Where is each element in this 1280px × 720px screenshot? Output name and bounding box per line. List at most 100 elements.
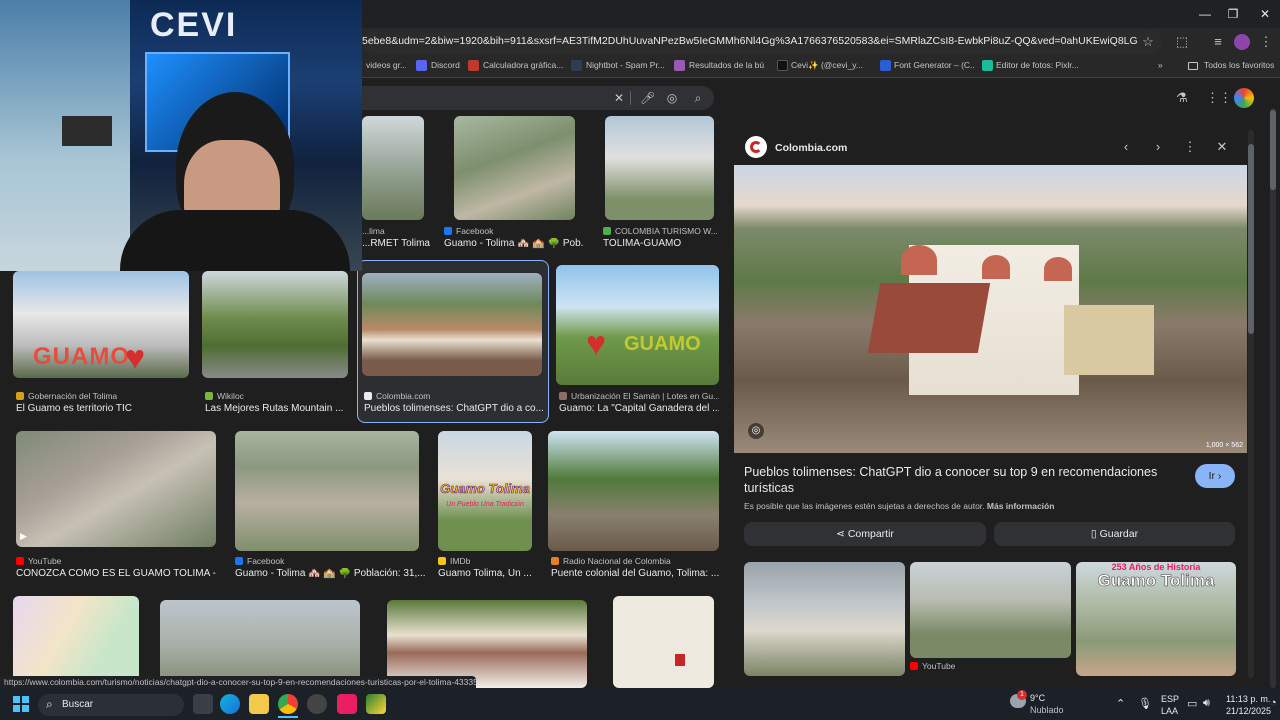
result-title[interactable]: El Guamo es territorio TIC xyxy=(16,403,192,417)
result-title[interactable]: Guamo - Tolima 🏘️ 🏫 🌳 Pob... xyxy=(444,238,584,252)
result-title[interactable]: TOLIMA-GUAMO xyxy=(603,238,717,252)
scrollbar-thumb[interactable] xyxy=(1270,110,1276,190)
related-image[interactable] xyxy=(910,562,1071,658)
result-thumbnail[interactable] xyxy=(362,116,424,220)
shelf-item xyxy=(62,116,112,146)
result-title[interactable]: Guamo Tolima, Un ... xyxy=(438,568,538,582)
panel-scrollbar-thumb[interactable] xyxy=(1248,144,1254,334)
lens-search-icon[interactable]: ◎ xyxy=(665,91,679,105)
edge-icon[interactable] xyxy=(220,694,240,714)
thumb-overlay-title: Guamo Tolima xyxy=(1097,571,1215,591)
weather-temp[interactable]: 9°C xyxy=(1030,693,1045,703)
apps-grid-icon[interactable]: ⋮⋮ xyxy=(1206,90,1232,106)
save-button[interactable]: ▯ Guardar xyxy=(994,522,1235,546)
bookmark-item[interactable]: Nightbot - Spam Pr... xyxy=(586,60,666,74)
bookmark-item[interactable]: Cevi✨ (@cevi_y... xyxy=(791,60,867,74)
next-image-icon[interactable]: › xyxy=(1150,139,1166,155)
close-panel-icon[interactable]: ✕ xyxy=(1214,139,1230,155)
taskbar-search[interactable]: ⌕ Buscar xyxy=(38,694,184,716)
result-thumbnail[interactable] xyxy=(605,116,714,220)
result-title[interactable]: Pueblos tolimenses: ChatGPT dio a co... xyxy=(364,403,544,417)
webcam-overlay: CEVI xyxy=(0,0,362,271)
related-image[interactable] xyxy=(744,562,905,676)
bookmark-star-icon[interactable]: ☆ xyxy=(1140,34,1156,50)
bookmark-item[interactable]: videos gr... xyxy=(366,60,406,74)
language-code[interactable]: ESP xyxy=(1161,694,1179,704)
close-window-button[interactable]: ✕ xyxy=(1248,4,1280,24)
result-thumbnail[interactable]: ▶ xyxy=(16,431,216,547)
preview-title[interactable]: Pueblos tolimenses: ChatGPT dio a conoce… xyxy=(744,464,1184,496)
result-source: Radio Nacional de Colombia xyxy=(551,556,721,568)
play-icon: ▶ xyxy=(20,531,27,541)
panel-site-name[interactable]: Colombia.com xyxy=(775,142,847,154)
clear-search-icon[interactable]: ✕ xyxy=(612,91,626,105)
tray-overflow-icon[interactable]: ⌃ xyxy=(1116,697,1125,710)
share-button[interactable]: ⋖ Compartir xyxy=(744,522,986,546)
colombia-com-icon xyxy=(364,392,372,400)
network-icon[interactable]: ▭ xyxy=(1187,697,1197,710)
search-input[interactable] xyxy=(362,86,714,110)
address-url[interactable]: 5ebe8&udm=2&biw=1920&bih=911&sxsrf=AE3Ti… xyxy=(362,35,1138,49)
result-thumbnail[interactable] xyxy=(202,271,348,378)
all-bookmarks-button[interactable]: Todos los favoritos xyxy=(1204,60,1278,74)
bookmark-item[interactable]: Discord xyxy=(431,60,471,74)
church-roof xyxy=(867,283,991,353)
keyboard-layout[interactable]: LAA xyxy=(1161,706,1178,716)
clock-time[interactable]: 11:13 p. m. xyxy=(1226,694,1270,704)
result-thumbnail[interactable] xyxy=(13,596,139,688)
more-options-icon[interactable]: ⋮ xyxy=(1182,139,1198,155)
result-title[interactable]: Guamo - Tolima 🏘️ 🏫 🌳 Población: 31,... xyxy=(235,568,425,582)
profile-avatar[interactable] xyxy=(1234,34,1250,50)
lens-icon[interactable]: ◎ xyxy=(748,423,764,439)
result-thumbnail[interactable] xyxy=(613,596,714,688)
result-thumbnail[interactable] xyxy=(362,273,542,376)
file-explorer-icon[interactable] xyxy=(249,694,269,714)
windows-start-icon[interactable] xyxy=(13,696,29,712)
result-thumbnail[interactable]: GUAMO ♥ xyxy=(13,271,189,378)
result-title[interactable]: ...RMET Tolima xyxy=(362,238,432,252)
result-thumbnail[interactable] xyxy=(387,600,587,688)
page-scrollbar[interactable] xyxy=(1270,108,1276,688)
facebook-icon xyxy=(235,557,243,565)
more-info-link[interactable]: Más información xyxy=(987,501,1055,511)
bookmark-item[interactable]: Editor de fotos: Pixlr... xyxy=(996,60,1082,74)
previous-image-icon[interactable]: ‹ xyxy=(1118,139,1134,155)
app-icon[interactable] xyxy=(366,694,386,714)
search-icon[interactable]: ⌕ xyxy=(691,91,705,105)
task-view-icon[interactable] xyxy=(193,694,213,714)
result-thumbnail[interactable] xyxy=(548,431,719,551)
result-title[interactable]: Las Mejores Rutas Mountain ... xyxy=(205,403,349,417)
bookmark-item[interactable]: Font Generator – (C... xyxy=(894,60,974,74)
bookmark-item[interactable]: Resultados de la bú... xyxy=(689,60,765,74)
bookmarks-overflow-button[interactable]: » xyxy=(1158,60,1168,74)
related-image[interactable]: 253 Años de Historia Guamo Tolima xyxy=(1076,562,1236,676)
result-title[interactable]: CONOZCA COMO ES EL GUAMO TOLIMA -... xyxy=(16,568,216,582)
weather-desc[interactable]: Nublado xyxy=(1030,705,1064,715)
facebook-icon xyxy=(444,227,452,235)
bookmark-item[interactable]: Calculadora gráfica... xyxy=(483,60,565,74)
visit-button[interactable]: Ir › xyxy=(1195,464,1235,488)
clock-date[interactable]: 21/12/2025 xyxy=(1226,706,1271,716)
result-thumbnail[interactable] xyxy=(454,116,575,220)
chrome-icon[interactable] xyxy=(278,694,298,714)
site-icon xyxy=(559,392,567,400)
browser-menu-icon[interactable]: ⋮ xyxy=(1258,34,1274,50)
result-title[interactable]: Puente colonial del Guamo, Tolima: ... xyxy=(551,568,721,582)
obs-icon[interactable] xyxy=(307,694,327,714)
result-thumbnail[interactable]: Guamo Tolima Un Pueblo Una Tradición xyxy=(438,431,532,551)
preview-image[interactable]: ◎ 1,000 × 562 xyxy=(734,165,1247,453)
result-thumbnail[interactable] xyxy=(160,600,360,688)
account-avatar[interactable] xyxy=(1234,88,1254,108)
notification-bell-icon[interactable]: ◔ xyxy=(1270,697,1277,709)
media-icon[interactable]: ≡ xyxy=(1210,34,1226,50)
microphone-icon[interactable]: 🎙︎ xyxy=(1138,697,1152,710)
result-title[interactable]: Guamo: La "Capital Ganadera del ... xyxy=(559,403,719,417)
voice-search-icon[interactable]: 🎤︎ xyxy=(640,91,655,105)
result-thumbnail[interactable]: ♥ GUAMO xyxy=(556,265,719,385)
result-thumbnail[interactable] xyxy=(235,431,419,551)
maximize-button[interactable]: ❐ xyxy=(1216,4,1250,24)
volume-icon[interactable]: 🔊︎ xyxy=(1203,697,1210,710)
labs-icon[interactable]: ⚗ xyxy=(1174,90,1190,106)
capcut-icon[interactable] xyxy=(337,694,357,714)
extensions-icon[interactable]: ⬚ xyxy=(1174,34,1190,50)
